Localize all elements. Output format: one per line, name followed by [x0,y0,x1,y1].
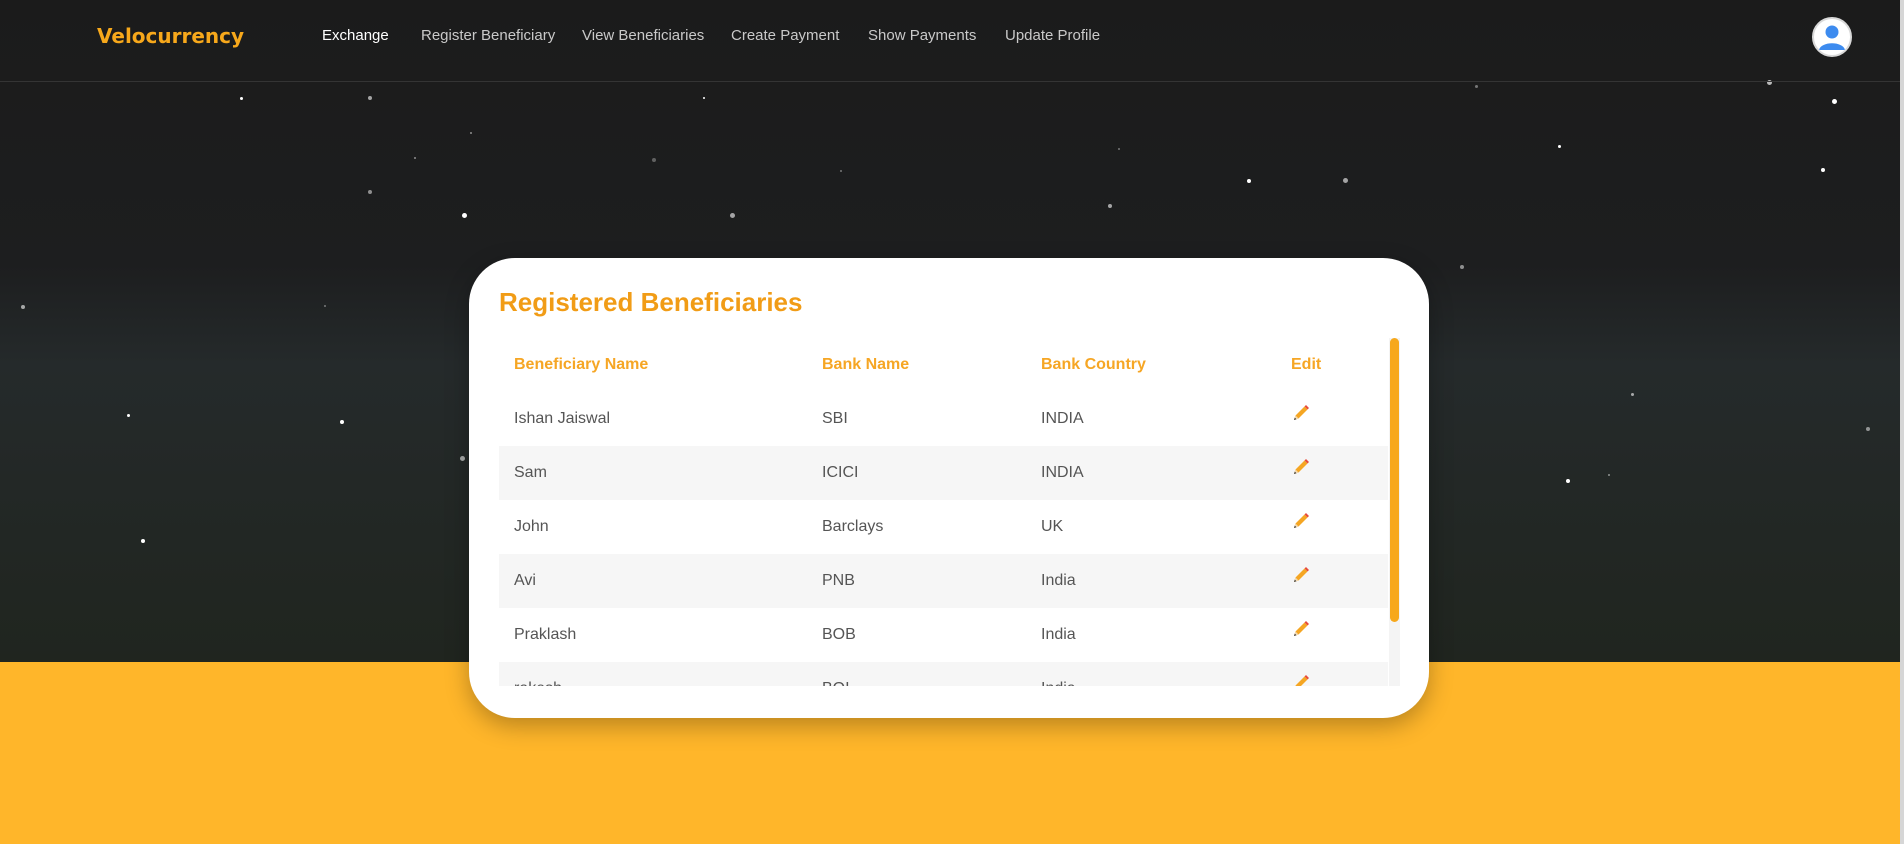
nav-link-update-profile[interactable]: Update Profile [1005,27,1100,44]
bank-country: India [1041,626,1076,643]
page: Velocurrency Exchange Register Beneficia… [0,0,1904,844]
edit-button[interactable] [1291,500,1311,554]
pencil-icon[interactable] [1291,392,1311,446]
edit-button[interactable] [1291,554,1311,608]
edit-button[interactable] [1291,608,1311,662]
edit-button[interactable] [1291,392,1311,446]
bank-country: India [1041,662,1076,686]
bank-name: BOI [822,662,850,686]
nav-link-register-beneficiary[interactable]: Register Beneficiary [421,27,555,44]
beneficiary-name: Ishan Jaiswal [514,410,611,427]
beneficiary-name: rakesh [514,662,562,686]
column-header-edit: Edit [1291,356,1322,373]
bank-country: INDIA [1041,464,1084,481]
page-scrollbar[interactable] [1900,0,1904,844]
pencil-icon[interactable] [1291,554,1311,608]
table-header-row: Beneficiary Name Bank Name Bank Country … [499,338,1388,392]
beneficiary-name: Avi [514,572,536,589]
table-row: Sam ICICI INDIA [499,446,1388,500]
brand-logo[interactable]: Velocurrency [97,24,244,48]
edit-button[interactable] [1291,446,1311,500]
pencil-icon[interactable] [1291,608,1311,662]
bank-country: INDIA [1041,410,1084,427]
beneficiary-name: Praklash [514,626,577,643]
column-header-bank-name: Bank Name [822,356,910,373]
user-avatar-icon[interactable] [1812,17,1852,57]
nav-link-show-payments[interactable]: Show Payments [868,27,976,44]
beneficiaries-table[interactable]: Beneficiary Name Bank Name Bank Country … [499,338,1400,686]
bank-name: SBI [822,410,848,427]
nav-link-create-payment[interactable]: Create Payment [731,27,839,44]
bank-name: PNB [822,572,855,589]
pencil-icon[interactable] [1291,446,1311,500]
column-header-bank-country: Bank Country [1041,356,1146,373]
nav-link-view-beneficiaries[interactable]: View Beneficiaries [582,27,704,44]
table-row: Praklash BOB India [499,608,1388,662]
edit-button[interactable] [1291,662,1311,686]
nav-link-exchange[interactable]: Exchange [322,27,389,44]
table-scrollbar-thumb[interactable] [1390,338,1399,622]
table-row: rakesh BOI India [499,662,1388,686]
table-row: John Barclays UK [499,500,1388,554]
column-header-beneficiary-name: Beneficiary Name [514,356,649,373]
table-row: Avi PNB India [499,554,1388,608]
top-navbar: Velocurrency Exchange Register Beneficia… [0,0,1904,82]
table-row: Ishan Jaiswal SBI INDIA [499,392,1388,446]
beneficiary-name: John [514,518,549,535]
card-title: Registered Beneficiaries [499,287,803,317]
bank-name: Barclays [822,518,884,535]
beneficiaries-card: Registered Beneficiaries Beneficiary Nam… [469,258,1429,718]
beneficiary-name: Sam [514,464,547,481]
bank-name: ICICI [822,464,859,481]
bank-country: India [1041,572,1076,589]
pencil-icon[interactable] [1291,662,1311,686]
bank-country: UK [1041,518,1064,535]
pencil-icon[interactable] [1291,500,1311,554]
bank-name: BOB [822,626,856,643]
